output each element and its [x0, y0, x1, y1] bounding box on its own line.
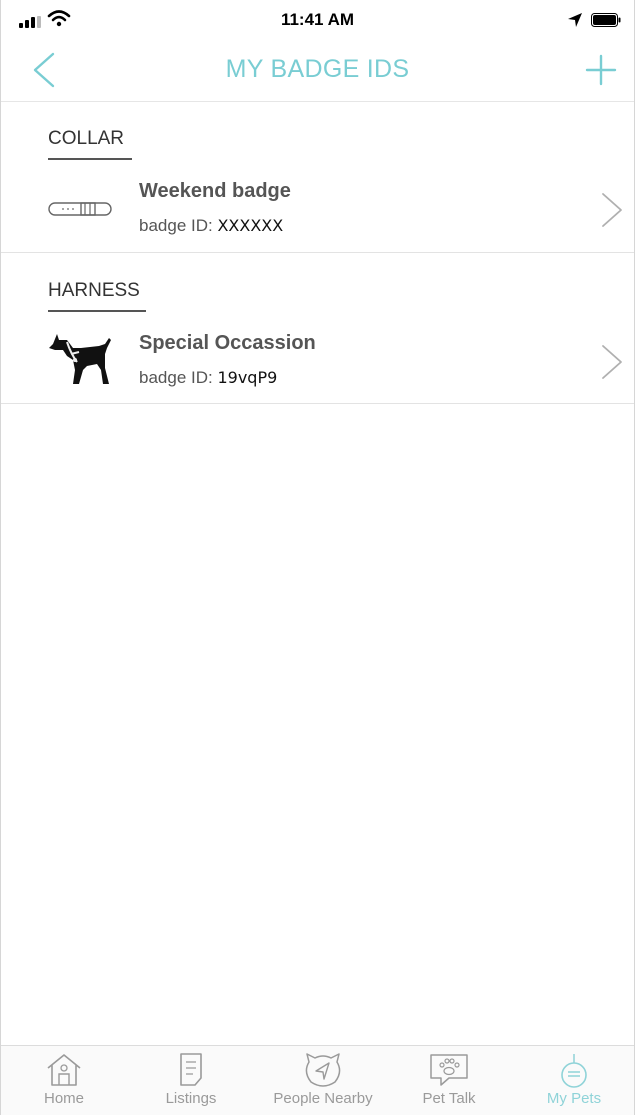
chevron-right-icon: [602, 193, 622, 227]
status-time: 11:41 AM: [280, 10, 355, 29]
badge-title: Special Occassion: [139, 332, 316, 354]
tab-label: My Pets: [546, 1090, 602, 1107]
my-pets-icon: [561, 1054, 587, 1088]
tab-label: Home: [43, 1090, 84, 1107]
tab-label: Listings: [165, 1090, 217, 1107]
app-screen: 11:41 AM MY BADGE IDS COLLAR Weekend bad…: [0, 0, 635, 1115]
badge-id-value: XXXXXX: [217, 216, 284, 235]
battery-icon: [591, 13, 621, 27]
tab-bar: Home Listings People Nearby Pet Talk My …: [1, 1045, 634, 1115]
divider: [1, 403, 634, 404]
tab-label: Pet Talk: [422, 1090, 476, 1107]
section-header-collar: COLLAR: [48, 128, 132, 160]
add-badge-button[interactable]: [583, 52, 619, 88]
tab-people-nearby[interactable]: People Nearby: [263, 1052, 383, 1107]
badge-title: Weekend badge: [139, 180, 291, 202]
dog-harness-icon: [49, 334, 111, 384]
badge-id: badge ID: XXXXXX: [139, 216, 283, 236]
status-bar: 11:41 AM: [1, 0, 634, 40]
badge-id-label: badge ID:: [139, 216, 218, 235]
listings-icon: [180, 1053, 202, 1086]
tab-listings[interactable]: Listings: [136, 1052, 246, 1107]
divider: [1, 252, 634, 253]
badge-row-special-occassion[interactable]: Special Occassion badge ID: 19vqP9: [1, 328, 634, 424]
home-icon: [47, 1054, 81, 1086]
nav-bar: MY BADGE IDS: [1, 40, 634, 102]
badge-id-value: 19vqP9: [217, 368, 278, 387]
tab-label: People Nearby: [273, 1090, 373, 1107]
collar-icon: [48, 202, 112, 216]
badge-id: badge ID: 19vqP9: [139, 368, 277, 388]
badge-id-label: badge ID:: [139, 368, 218, 387]
tab-pet-talk[interactable]: Pet Talk: [394, 1052, 504, 1107]
chevron-right-icon: [602, 345, 622, 379]
tab-my-pets[interactable]: My Pets: [519, 1052, 629, 1107]
location-arrow-icon: [568, 13, 582, 27]
badge-row-weekend[interactable]: Weekend badge badge ID: XXXXXX: [1, 176, 634, 272]
people-nearby-icon: [305, 1053, 341, 1087]
pet-talk-icon: [430, 1054, 468, 1086]
page-title: MY BADGE IDS: [225, 55, 410, 83]
section-header-harness: HARNESS: [48, 280, 146, 312]
tab-home[interactable]: Home: [9, 1052, 119, 1107]
